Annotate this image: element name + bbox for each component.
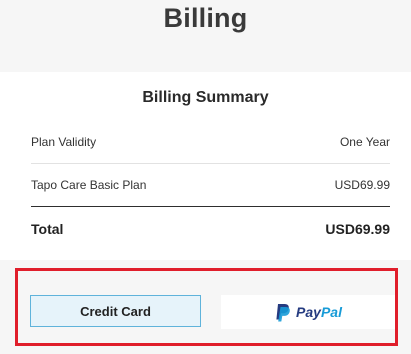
paypal-wordmark-pay: Pay xyxy=(296,304,321,320)
plan-price-value: USD69.99 xyxy=(334,178,390,192)
total-label: Total xyxy=(31,221,64,237)
total-divider xyxy=(31,206,390,207)
plan-validity-row: Plan Validity One Year xyxy=(31,135,390,149)
plan-validity-label: Plan Validity xyxy=(31,135,97,149)
billing-summary-card: Billing Summary Plan Validity One Year T… xyxy=(0,72,411,260)
total-row: Total USD69.99 xyxy=(31,221,390,237)
plan-validity-value: One Year xyxy=(339,135,390,149)
payment-methods-section: Credit Card PayPal xyxy=(15,268,398,346)
paypal-logo: PayPal xyxy=(274,303,342,322)
plan-row: Tapo Care Basic Plan USD69.99 xyxy=(31,178,390,192)
plan-name-label: Tapo Care Basic Plan xyxy=(31,178,147,192)
paypal-wordmark: PayPal xyxy=(296,304,342,320)
page-title: Billing xyxy=(163,3,248,33)
paypal-button[interactable]: PayPal xyxy=(221,295,395,329)
total-value: USD69.99 xyxy=(325,221,390,237)
billing-summary-title: Billing Summary xyxy=(142,89,269,106)
billing-page: Billing Billing Summary Plan Validity On… xyxy=(0,0,411,354)
credit-card-label: Credit Card xyxy=(80,303,151,319)
row-divider xyxy=(31,163,390,164)
paypal-wordmark-pal: Pal xyxy=(320,304,342,320)
paypal-p-icon xyxy=(276,303,290,321)
credit-card-button[interactable]: Credit Card xyxy=(30,295,201,327)
